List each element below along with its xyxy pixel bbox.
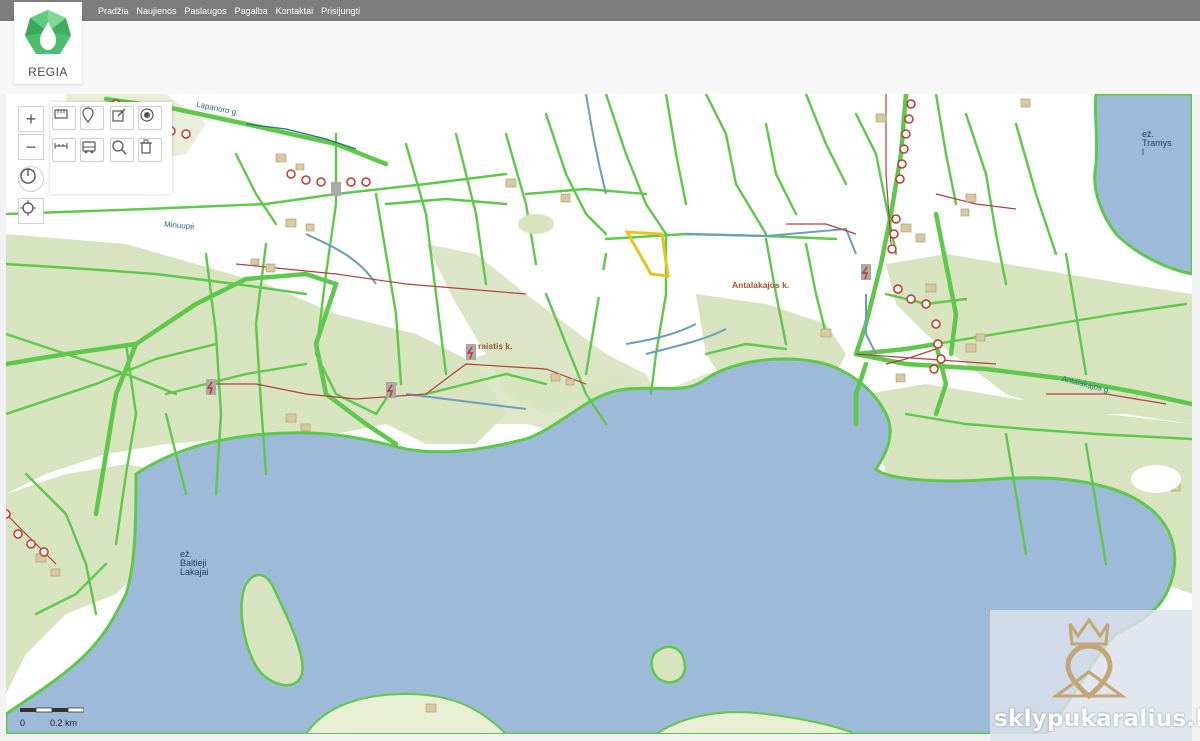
measure-line-icon — [54, 143, 68, 149]
map-tools-panel — [50, 102, 172, 194]
compass-icon — [20, 168, 36, 184]
lake-baltieji-label: ež. Baltieji Lakajai — [180, 550, 209, 577]
header-area — [0, 21, 1200, 94]
trash-icon — [140, 139, 152, 154]
top-navigation-bar: Pradžia Naujienos Paslaugos Pagalba Kont… — [0, 0, 1200, 21]
scale-zero-label: 0 — [20, 718, 26, 728]
pin-icon — [82, 107, 94, 123]
target-button[interactable] — [138, 106, 162, 130]
zoom-in-button[interactable]: + — [18, 106, 44, 132]
lake-baltieji-suffix: Lakajai — [180, 567, 209, 577]
highlighted-parcel[interactable] — [624, 230, 670, 278]
transport-button[interactable] — [80, 138, 104, 162]
measure-area-icon — [54, 109, 68, 119]
crown-pin-icon — [1051, 617, 1127, 700]
rotate-button[interactable] — [18, 166, 44, 192]
lake-tramys-suffix: l — [1142, 147, 1144, 157]
village-paraistis-label: raistis k. — [478, 341, 513, 351]
sklypukaralius-watermark: sklypukaralius.lt — [990, 610, 1200, 741]
regia-logo[interactable]: REGIA — [14, 2, 82, 84]
measure-line-button[interactable] — [52, 138, 76, 162]
nav-link-services[interactable]: Paslaugos — [185, 6, 227, 16]
scale-bar-graphic — [20, 707, 84, 713]
nav-link-home[interactable]: Pradžia — [98, 6, 129, 16]
bus-icon — [82, 141, 96, 154]
nav-link-contacts[interactable]: Kontaktai — [276, 6, 314, 16]
lake-tramys-label: ež. Tramys l — [1142, 130, 1172, 157]
lake-tramys — [1093, 94, 1192, 276]
sklypukaralius-text: sklypukaralius.lt — [994, 706, 1200, 732]
zoom-out-button[interactable]: − — [18, 134, 44, 160]
main-nav: Pradžia Naujienos Paslaugos Pagalba Kont… — [98, 0, 360, 21]
add-pin-button[interactable] — [80, 106, 104, 130]
edit-icon — [112, 108, 126, 122]
delete-button[interactable] — [138, 138, 162, 162]
target-icon — [140, 108, 154, 122]
island-small — [650, 645, 687, 684]
search-map-button[interactable] — [110, 138, 134, 162]
search-map-icon — [112, 140, 127, 155]
measure-area-button[interactable] — [52, 106, 76, 130]
edit-button[interactable] — [110, 106, 134, 130]
lake-tramys-name: Tramys — [1142, 138, 1172, 148]
regia-logo-icon — [25, 10, 71, 54]
scale-distance-label: 0.2 km — [50, 718, 78, 728]
nav-link-help[interactable]: Pagalba — [235, 6, 268, 16]
logo-label: REGIA — [28, 65, 68, 79]
locate-button[interactable] — [18, 198, 44, 224]
village-antalakajos-label: Antalakajos k. — [732, 280, 790, 290]
crosshair-icon — [20, 200, 36, 216]
nav-link-login[interactable]: Prisijungti — [321, 6, 360, 16]
nav-link-news[interactable]: Naujienos — [137, 6, 177, 16]
